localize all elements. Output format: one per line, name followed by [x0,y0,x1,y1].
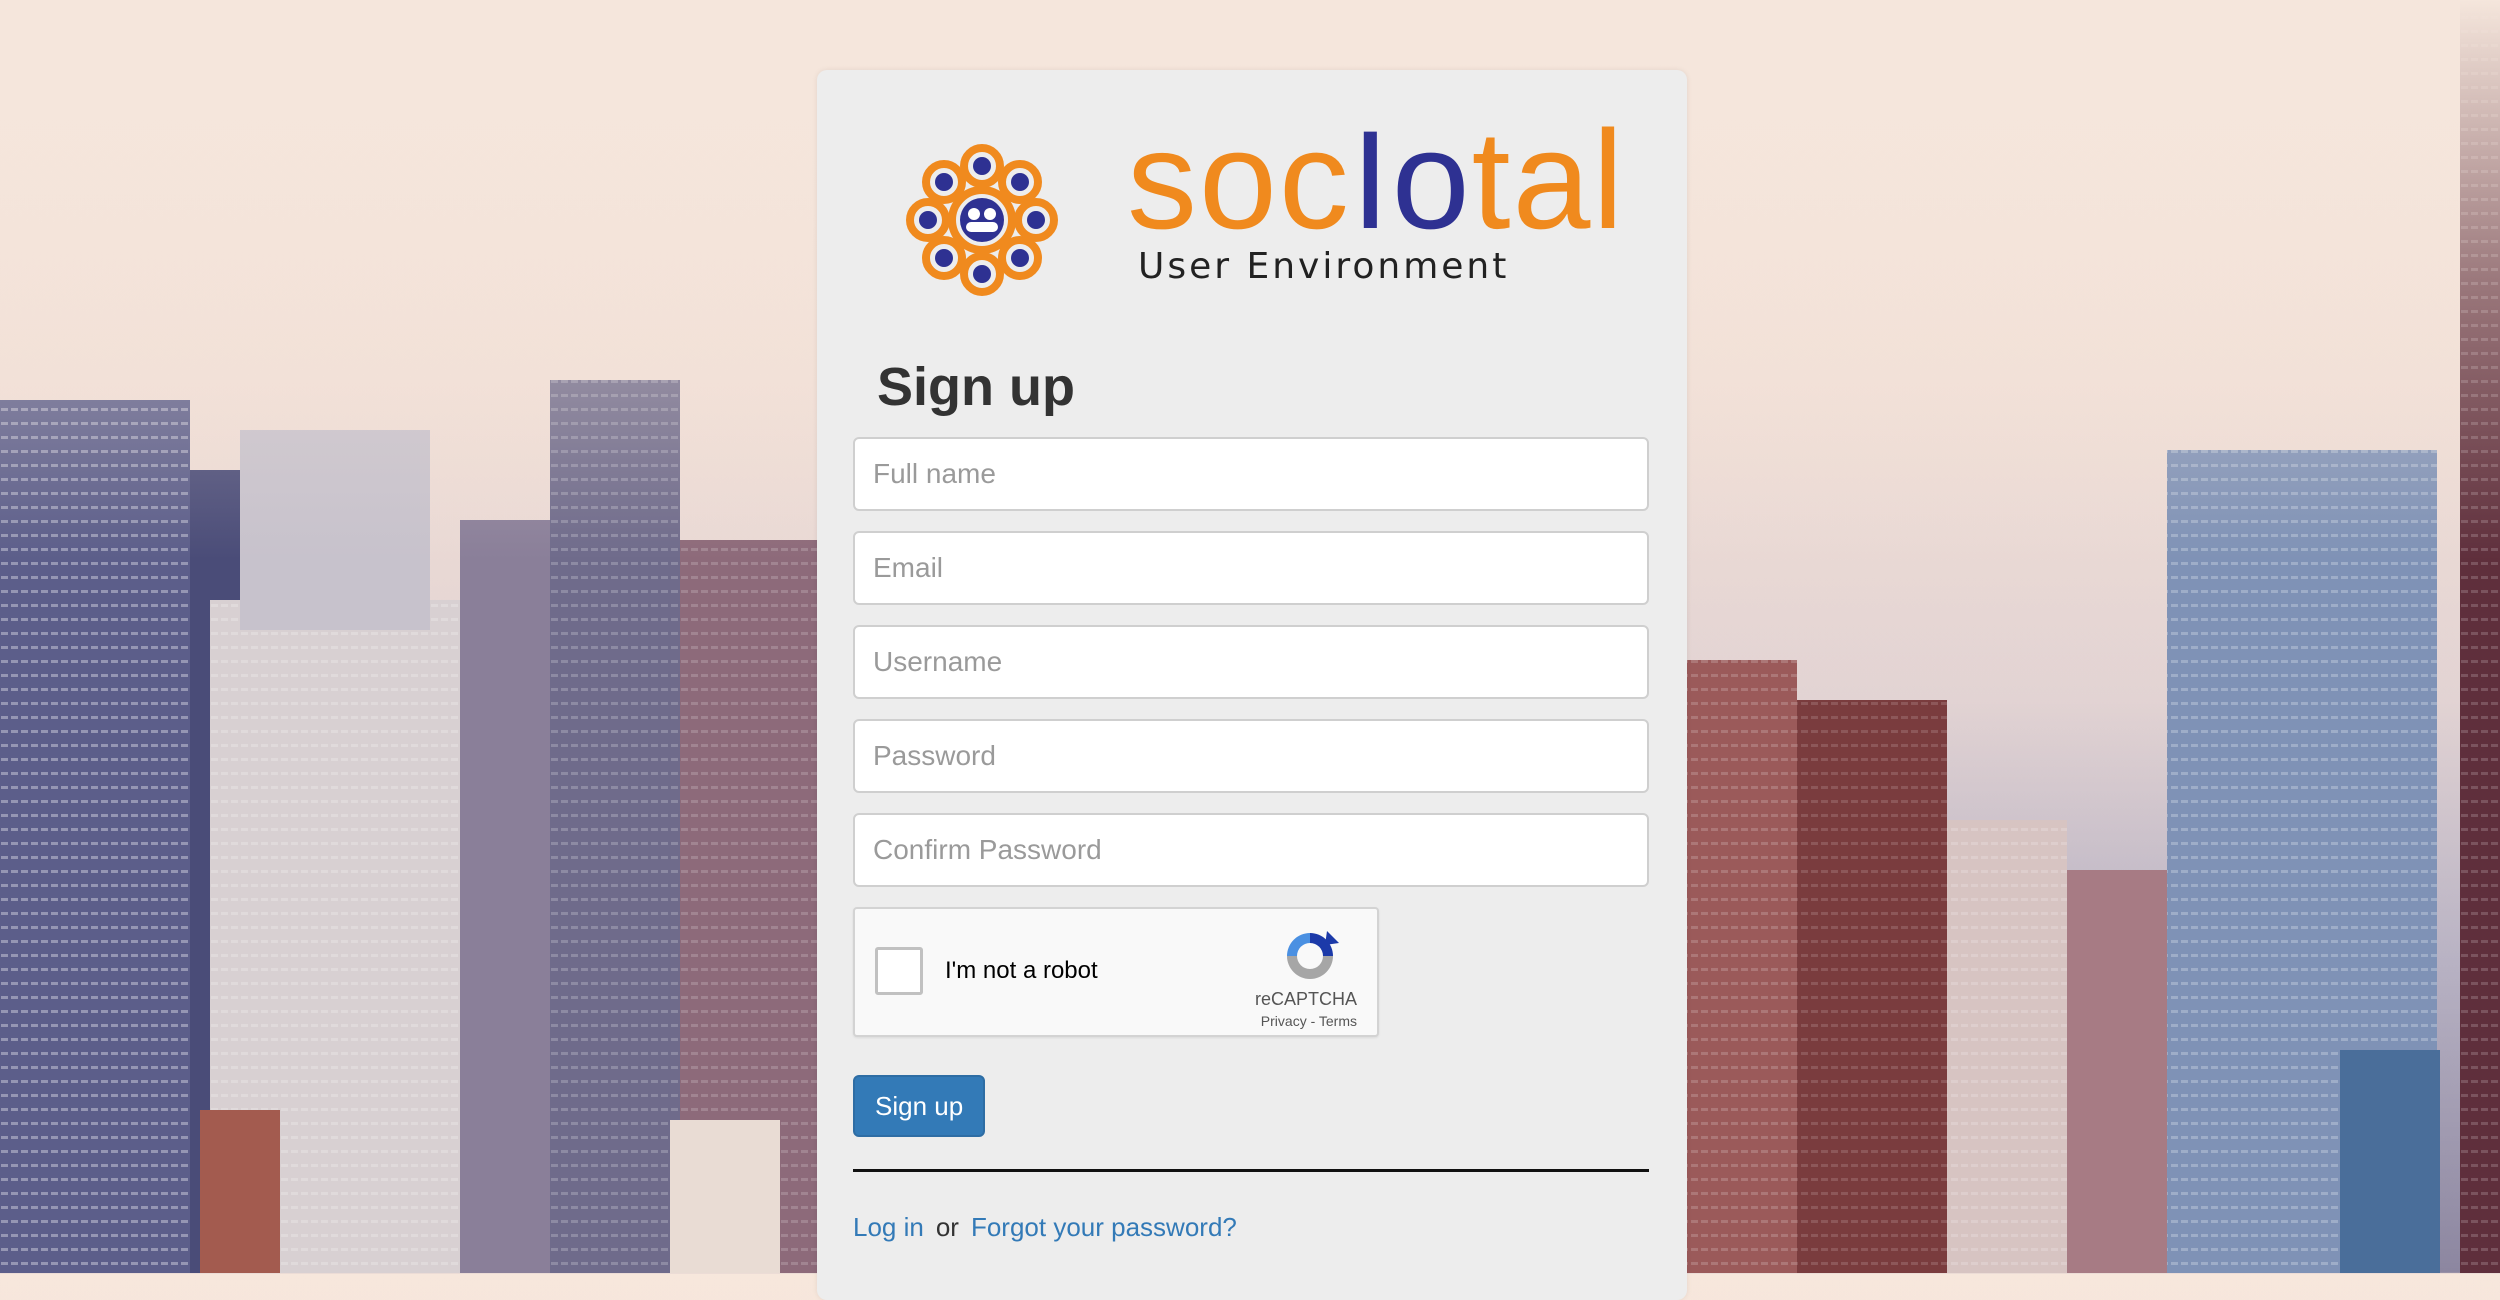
password-input[interactable] [853,719,1649,793]
recaptcha-brand: reCAPTCHA [1254,989,1357,1009]
footer-links: Log in or Forgot your password? [853,1212,1237,1243]
log-in-link[interactable]: Log in [853,1212,924,1242]
signup-card: socIotal User Environment Sign up I'm no… [817,70,1687,1300]
recaptcha-checkbox[interactable] [875,947,923,995]
recaptcha-label: I'm not a robot [945,957,1098,984]
sociotal-emblem-icon [906,144,1058,296]
full-name-input[interactable] [853,437,1649,511]
or-separator: or [935,1212,959,1242]
divider [853,1169,1649,1172]
recaptcha-icon [1287,931,1339,979]
confirm-password-input[interactable] [853,813,1649,887]
logo-wordmark: socIotal [1127,110,1626,250]
logo-subtitle: User Environment [1138,246,1510,287]
recaptcha-widget: I'm not a robot reCAPTCHA Privacy - Term… [853,907,1379,1037]
logo-wordmark-suffix: tal [1471,101,1626,258]
page-title: Sign up [877,357,1075,417]
recaptcha-privacy-terms[interactable]: Privacy - Terms [1261,1013,1357,1029]
logo-wordmark-prefix: soc [1127,101,1351,258]
sociotal-logo: socIotal User Environment [902,110,1624,302]
forgot-password-link[interactable]: Forgot your password? [971,1212,1237,1242]
email-input[interactable] [853,531,1649,605]
username-input[interactable] [853,625,1649,699]
sign-up-button[interactable]: Sign up [853,1075,986,1137]
logo-wordmark-mid: Io [1350,101,1472,258]
